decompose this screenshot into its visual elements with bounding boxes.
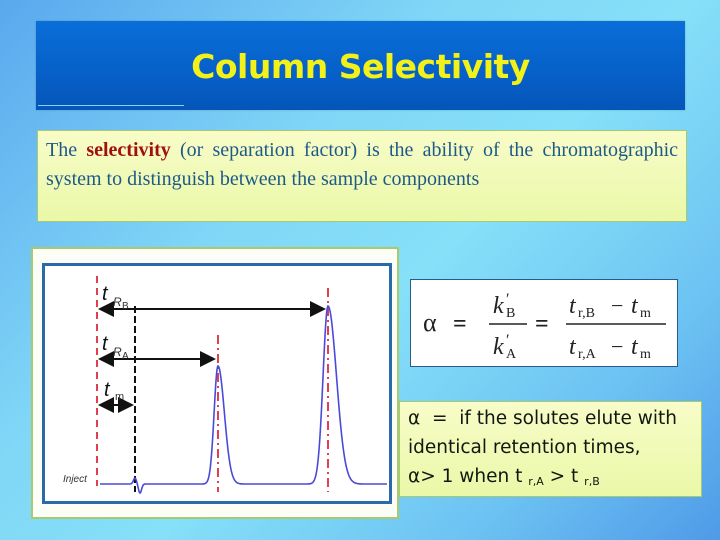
note-line-3-mid: > t (543, 466, 585, 487)
slide-title: Column Selectivity (191, 47, 530, 86)
note-line-3-sub1: r,A (528, 475, 544, 488)
selectivity-formula: α = k ′ B k ′ A = t r,B − t m t r,A − t … (410, 279, 678, 367)
definition-box: The selectivity (or separation factor) i… (37, 130, 687, 222)
formula-kb: k (493, 293, 504, 319)
formula-den-minus: − (611, 334, 623, 359)
inject-label: Inject (63, 474, 88, 485)
title-bar: Column Selectivity (36, 21, 685, 110)
formula-alpha: α (423, 308, 437, 337)
note-line-3-prefix: α> 1 when t (408, 466, 529, 487)
title-underline (38, 105, 184, 106)
definition-prefix: The (46, 139, 78, 161)
formula-eq2: = (535, 311, 549, 337)
chromatogram-svg: t R B t R A t m Inject (63, 276, 387, 495)
tm-label-t: t (104, 379, 111, 401)
note-line-2: identical retention times, (408, 437, 641, 458)
formula-num-t: t (569, 293, 577, 319)
note-box: α = if the solutes elute with identical … (399, 401, 702, 497)
chromatogram-panel: t R B t R A t m Inject (42, 263, 392, 504)
tra-label-sub: R (113, 345, 122, 359)
trb-label-sub: R (113, 295, 122, 309)
formula-ka: k (493, 334, 504, 360)
formula-num-tm: t (631, 293, 639, 319)
formula-num-sub: r,B (578, 306, 595, 321)
formula-kb-sub: B (506, 306, 515, 321)
formula-den-sub: r,A (578, 347, 597, 362)
definition-highlight: selectivity (86, 139, 171, 161)
note-line-1: α = if the solutes elute with (408, 408, 677, 429)
tra-label-t: t (102, 333, 109, 355)
chromatogram-trace (100, 304, 387, 495)
formula-den-tm-sub: m (640, 347, 651, 362)
note-line-3-sub2: r,B (584, 475, 600, 488)
trb-label-subsub: B (122, 301, 129, 312)
note-line-3: α> 1 when t r,A > t r,B (408, 462, 701, 496)
formula-ka-sub: A (506, 347, 517, 362)
tm-label-sub: m (115, 391, 124, 403)
formula-num-tm-sub: m (640, 306, 651, 321)
chromatogram-frame: t R B t R A t m Inject (31, 247, 399, 519)
trb-label-t: t (102, 283, 109, 305)
formula-den-tm: t (631, 334, 639, 360)
formula-den-t: t (569, 334, 577, 360)
formula-eq1: = (453, 311, 467, 337)
formula-num-minus: − (611, 293, 623, 318)
tra-label-subsub: A (122, 351, 129, 362)
formula-svg: α = k ′ B k ′ A = t r,B − t m t r,A − t … (423, 291, 666, 362)
